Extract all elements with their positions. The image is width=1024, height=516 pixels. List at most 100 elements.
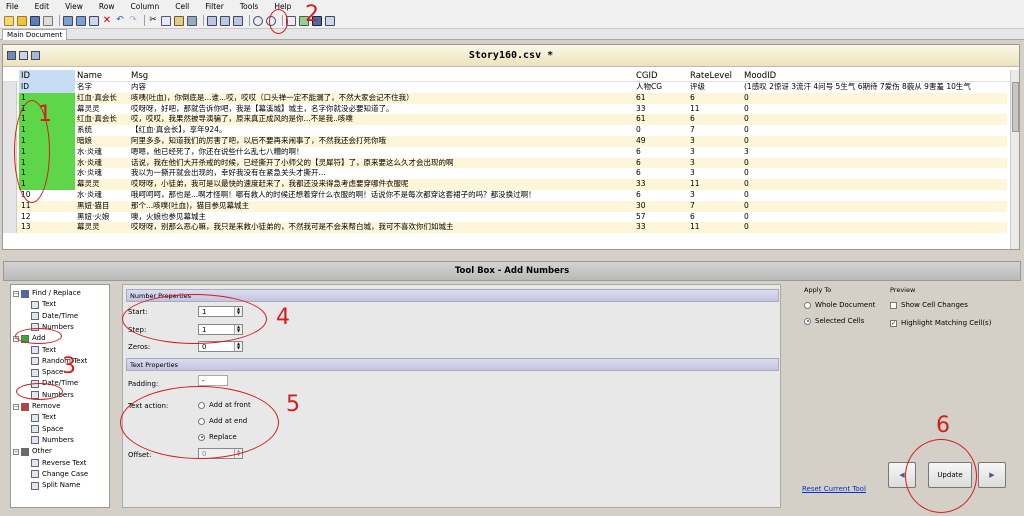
cell-msg[interactable]: 咳咦(吐血)，你倒底是...谁...哎，哎哎（口头禅一定不能漏了，不然大家会记不… bbox=[129, 93, 634, 104]
table-row[interactable]: 1 幕灵灵 哎呀呀，好吧，那就告诉你吧，我是【幕溪城】城主，名字你就没必要知道了。 3… bbox=[3, 103, 1007, 115]
undo-icon[interactable]: ↶ bbox=[115, 15, 125, 26]
tree-item-split-name[interactable]: Split Name bbox=[31, 480, 80, 491]
table-row[interactable]: 1 系统 【红血·真会长】，享年924。 0 7 0 bbox=[3, 125, 1007, 136]
cell-msg[interactable]: 哎，哎哎，我果然被导演骗了，原来真正成风的是你...不是我..咳噗 bbox=[129, 114, 634, 125]
next-button[interactable]: ▶ bbox=[978, 462, 1006, 488]
paste-icon[interactable] bbox=[174, 15, 184, 26]
menu-filter[interactable]: Filter bbox=[205, 2, 224, 11]
cell-ratelevel[interactable]: 11 bbox=[688, 179, 742, 190]
tree-item-space[interactable]: Space bbox=[31, 367, 63, 378]
cell-cgid[interactable]: 0 bbox=[634, 125, 688, 136]
cell-name[interactable]: 水·炎魂 bbox=[75, 190, 129, 201]
row-header[interactable] bbox=[3, 179, 17, 190]
find-icon[interactable] bbox=[187, 15, 197, 26]
collapse-icon[interactable]: − bbox=[13, 403, 19, 410]
cell-cgid[interactable]: 61 bbox=[634, 114, 688, 125]
tree-item-space[interactable]: Space bbox=[31, 424, 63, 435]
cell-name[interactable]: 水·炎魂 bbox=[75, 168, 129, 179]
cell-msg[interactable]: 【红血·真会长】，享年924。 bbox=[129, 125, 634, 136]
column-header-moodid[interactable]: MoodID bbox=[742, 70, 1007, 82]
toolbox-panel-icon[interactable] bbox=[325, 15, 335, 26]
scrollbar-thumb[interactable] bbox=[1012, 82, 1019, 132]
table-row[interactable]: 12 黑妞·火娘 噢，火娘也参见幕城主 57 6 0 bbox=[3, 211, 1007, 223]
cell-ratelevel[interactable]: 3 bbox=[688, 158, 742, 169]
cell-name[interactable]: 红血·真会长 bbox=[75, 114, 129, 125]
highlight-matching-checkbox[interactable]: ✓ Highlight Matching Cell(s) bbox=[890, 319, 991, 327]
cell-ratelevel[interactable]: 6 bbox=[688, 93, 742, 104]
print-icon[interactable] bbox=[43, 15, 53, 26]
save-icon[interactable] bbox=[30, 15, 40, 26]
tree-item-numbers[interactable]: Numbers bbox=[31, 435, 74, 446]
cell-ratelevel[interactable]: 11 bbox=[688, 222, 742, 233]
collapse-icon[interactable]: − bbox=[13, 448, 19, 455]
cell-ratelevel[interactable]: 6 bbox=[688, 212, 742, 223]
column-header-cgid[interactable]: CGID bbox=[634, 70, 688, 82]
table-row[interactable]: ID 名字 内容 人物CG 评级 (1感叹 2惊讶 3流汗 4问号 5生气 6期待 7爱伤… bbox=[3, 82, 1007, 93]
tree-item-find-replace[interactable]: − Find / Replace bbox=[13, 288, 81, 299]
cell-id[interactable]: 13 bbox=[19, 222, 75, 233]
cell-moodid[interactable]: 0 bbox=[742, 125, 1007, 136]
cell-ratelevel[interactable]: 3 bbox=[688, 136, 742, 147]
fit-icon[interactable] bbox=[233, 15, 243, 26]
zoom-in-icon[interactable] bbox=[253, 15, 263, 26]
menu-file[interactable]: File bbox=[6, 2, 19, 11]
cell-moodid[interactable]: 0 bbox=[742, 136, 1007, 147]
splitter-bar[interactable] bbox=[0, 252, 1024, 259]
cell-msg[interactable]: 那个...咳噗(吐血)，猫目参见幕城主 bbox=[129, 201, 634, 212]
row-header[interactable] bbox=[3, 82, 17, 93]
cell-id[interactable]: 11 bbox=[19, 201, 75, 212]
cell-moodid[interactable]: 0 bbox=[742, 222, 1007, 233]
collapse-icon[interactable]: − bbox=[13, 290, 19, 297]
cell-cgid[interactable]: 30 bbox=[634, 201, 688, 212]
checkmark-icon[interactable]: ✓ bbox=[890, 319, 897, 327]
row-header[interactable] bbox=[3, 200, 17, 212]
cell-name[interactable]: 黑妞·猫目 bbox=[75, 201, 129, 212]
cell-cgid[interactable]: 49 bbox=[634, 136, 688, 147]
column-header-msg[interactable]: Msg bbox=[129, 70, 634, 82]
cell-msg[interactable]: 阿里多多，知道我们的厉害了吧，以后不要再来闹事了，不然我还会打死你哦 bbox=[129, 136, 634, 147]
table-row[interactable]: 1 水·炎魂 我以为一撕开就会出现的，幸好我没有在紧急关头才撕开... 6 3 0 bbox=[3, 168, 1007, 180]
padding-input[interactable]: - bbox=[198, 375, 228, 386]
row-header[interactable] bbox=[3, 103, 17, 115]
tree-item-reverse-text[interactable]: Reverse Text bbox=[31, 458, 87, 469]
cell-msg[interactable]: 我以为一撕开就会出现的，幸好我没有在紧急关头才撕开... bbox=[129, 168, 634, 179]
cell-msg[interactable]: 内容 bbox=[129, 82, 634, 93]
cell-ratelevel[interactable]: 评级 bbox=[688, 82, 742, 93]
column-width-icon[interactable] bbox=[207, 15, 217, 26]
cell-name[interactable]: 幕灵灵 bbox=[75, 104, 129, 115]
cell-name[interactable]: 水·炎魂 bbox=[75, 147, 129, 158]
tab-main-document[interactable]: Main Document bbox=[2, 29, 68, 40]
copy-icon[interactable] bbox=[161, 15, 171, 26]
radio-icon[interactable] bbox=[804, 301, 811, 309]
cell-msg[interactable]: 嗯嗯，他已经死了，你还在说些什么乱七八糟的啊！ bbox=[129, 147, 634, 158]
table-row[interactable]: 1 幕灵灵 哎呀呀，小徒弟，我可是以最快的速度赶来了，我都还没来得急考虑要穿哪件衣服… bbox=[3, 179, 1007, 190]
row-header[interactable] bbox=[3, 190, 17, 201]
tree-item-remove[interactable]: − Remove bbox=[13, 401, 60, 412]
cell-msg[interactable]: 噢，火娘也参见幕城主 bbox=[129, 212, 634, 223]
cell-msg[interactable]: 哎呀呀，别那么恶心嘛，我只是来救小徒弟的，不然我可是不会来帮白城，我可不喜欢你们… bbox=[129, 222, 634, 233]
tree-item-text[interactable]: Text bbox=[31, 412, 56, 423]
cell-name[interactable]: 黑妞·火娘 bbox=[75, 212, 129, 223]
tree-item-text[interactable]: Text bbox=[31, 299, 56, 310]
delete-icon[interactable]: ✕ bbox=[102, 15, 112, 26]
vertical-scrollbar[interactable] bbox=[1010, 70, 1019, 249]
cell-moodid[interactable]: 0 bbox=[742, 93, 1007, 104]
insert-column-icon[interactable] bbox=[76, 15, 86, 26]
menu-view[interactable]: View bbox=[65, 2, 83, 11]
cell-name[interactable]: 水·炎魂 bbox=[75, 158, 129, 169]
cell-ratelevel[interactable]: 11 bbox=[688, 104, 742, 115]
cell-moodid[interactable]: 0 bbox=[742, 158, 1007, 169]
insert-row-icon[interactable] bbox=[63, 15, 73, 26]
redo-icon[interactable]: ↷ bbox=[128, 15, 138, 26]
cell-ratelevel[interactable]: 7 bbox=[688, 125, 742, 136]
cell-cgid[interactable]: 6 bbox=[634, 147, 688, 158]
show-cell-changes-checkbox[interactable]: Show Cell Changes bbox=[890, 301, 968, 309]
cell-moodid[interactable]: 0 bbox=[742, 179, 1007, 190]
row-header[interactable] bbox=[3, 222, 17, 234]
table-row[interactable]: 1 暗娘 阿里多多，知道我们的厉害了吧，以后不要再来闹事了，不然我还会打死你哦 49 3… bbox=[3, 136, 1007, 147]
menu-cell[interactable]: Cell bbox=[175, 2, 189, 11]
cell-moodid[interactable]: 0 bbox=[742, 104, 1007, 115]
row-header[interactable] bbox=[3, 114, 17, 126]
menu-tools[interactable]: Tools bbox=[240, 2, 258, 11]
table-row[interactable]: 1 水·炎魂 话说，我在他们大开杀戒的时候，已经撕开了小师父的【灵犀符】了，原来要这… bbox=[3, 157, 1007, 169]
